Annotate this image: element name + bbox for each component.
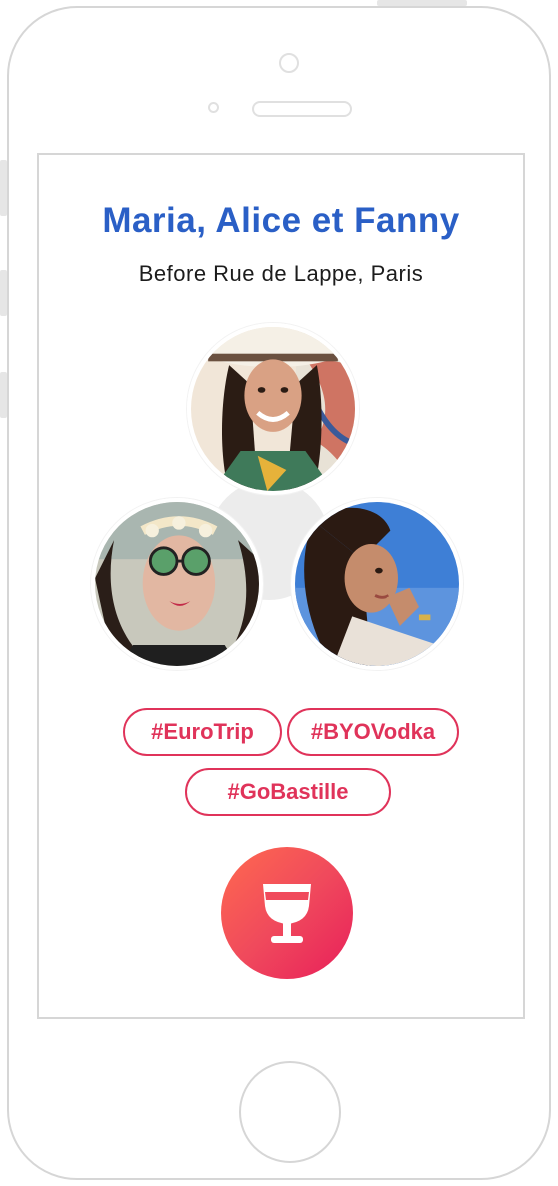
photo-maria bbox=[191, 327, 355, 491]
avatar-fanny[interactable] bbox=[291, 498, 463, 670]
tag-byovodka[interactable]: #BYOVodka bbox=[287, 708, 459, 756]
earpiece-speaker bbox=[252, 101, 352, 117]
wine-glass-icon bbox=[263, 884, 311, 943]
cheers-button[interactable] bbox=[221, 847, 353, 979]
home-button[interactable] bbox=[239, 1061, 341, 1163]
proximity-sensor bbox=[208, 102, 219, 113]
app-screen: Maria, Alice et Fanny Before Rue de Lapp… bbox=[37, 153, 525, 1019]
photo-fanny bbox=[295, 502, 459, 666]
avatar-maria[interactable] bbox=[187, 323, 359, 495]
volume-up-button bbox=[0, 270, 7, 316]
volume-down-button bbox=[0, 372, 7, 418]
tag-eurotrip[interactable]: #EuroTrip bbox=[123, 708, 282, 756]
front-camera bbox=[279, 53, 299, 73]
photo-alice bbox=[95, 502, 259, 666]
event-subtitle: Before Rue de Lappe, Paris bbox=[138, 261, 424, 286]
silent-switch bbox=[0, 160, 7, 216]
power-button bbox=[377, 0, 467, 6]
group-names-title: Maria, Alice et Fanny bbox=[102, 201, 460, 240]
avatar-alice[interactable] bbox=[91, 498, 263, 670]
tag-gobastille[interactable]: #GoBastille bbox=[185, 768, 391, 816]
